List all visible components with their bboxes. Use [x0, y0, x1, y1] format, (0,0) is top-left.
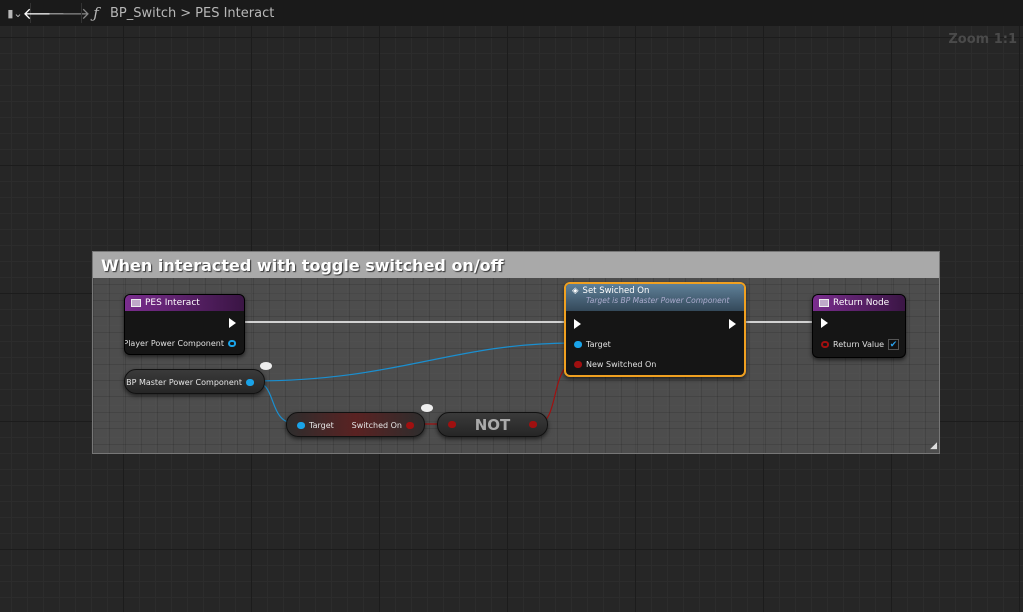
exec-pin-icon	[229, 318, 236, 328]
target-pin[interactable]: Target	[574, 340, 611, 349]
return-value-pin[interactable]: Return Value ✔	[821, 339, 900, 350]
pin-label: Target	[586, 340, 611, 349]
bp-master-power-component-node[interactable]: BP Master Power Component	[124, 369, 265, 394]
new-switched-on-pin[interactable]: New Switched On	[574, 360, 656, 369]
variable-knob-icon	[421, 404, 433, 412]
not-node[interactable]: NOT	[437, 412, 548, 437]
get-switched-on-node[interactable]: Target Switched On	[286, 412, 425, 437]
return-node[interactable]: Return Node Return Value ✔	[812, 294, 906, 358]
bool-pin-icon	[574, 361, 582, 368]
node-subtitle: Target is BP Master Power Component	[586, 296, 730, 305]
pin-label: New Switched On	[586, 360, 657, 369]
pes-interact-node[interactable]: PES Interact Player Power Component	[124, 294, 245, 355]
exec-pin-icon	[574, 319, 581, 329]
bool-pin-icon	[406, 422, 414, 429]
object-pin-icon	[228, 340, 236, 347]
pin-label: Switched On	[351, 421, 402, 430]
pin-label: Target	[309, 421, 334, 430]
exec-pin-icon	[729, 319, 736, 329]
bool-pin-icon	[821, 341, 829, 348]
return-value-checkbox[interactable]: ✔	[888, 339, 900, 350]
object-pin-icon	[297, 422, 305, 429]
pin-label: Return Value	[833, 340, 885, 349]
set-switched-on-node[interactable]: ◈ Set Swiched On Target is BP Master Powe…	[564, 282, 746, 377]
node-title: Return Node	[833, 298, 890, 308]
pin-label: Player Power Component	[124, 339, 224, 348]
object-pin-icon	[574, 341, 582, 348]
variable-knob-icon	[260, 362, 272, 370]
exec-in-pin[interactable]	[821, 318, 828, 328]
setter-icon: ◈	[572, 286, 579, 296]
bool-pin-icon[interactable]	[529, 421, 537, 428]
function-return-icon	[819, 299, 829, 307]
object-wire	[251, 342, 575, 382]
node-title: PES Interact	[145, 298, 200, 308]
object-pin-icon[interactable]	[246, 379, 254, 386]
player-power-component-pin[interactable]: Player Power Component	[124, 339, 236, 348]
switched-on-pin[interactable]: Switched On	[352, 421, 414, 430]
function-entry-icon	[131, 299, 141, 307]
exec-out-pin[interactable]	[229, 318, 236, 328]
node-label: BP Master Power Component	[126, 378, 242, 387]
exec-pin-icon	[821, 318, 828, 328]
exec-in-pin[interactable]	[574, 319, 581, 329]
exec-out-pin[interactable]	[729, 319, 736, 329]
node-title: Set Swiched On	[582, 286, 650, 296]
target-pin[interactable]: Target	[297, 421, 334, 430]
